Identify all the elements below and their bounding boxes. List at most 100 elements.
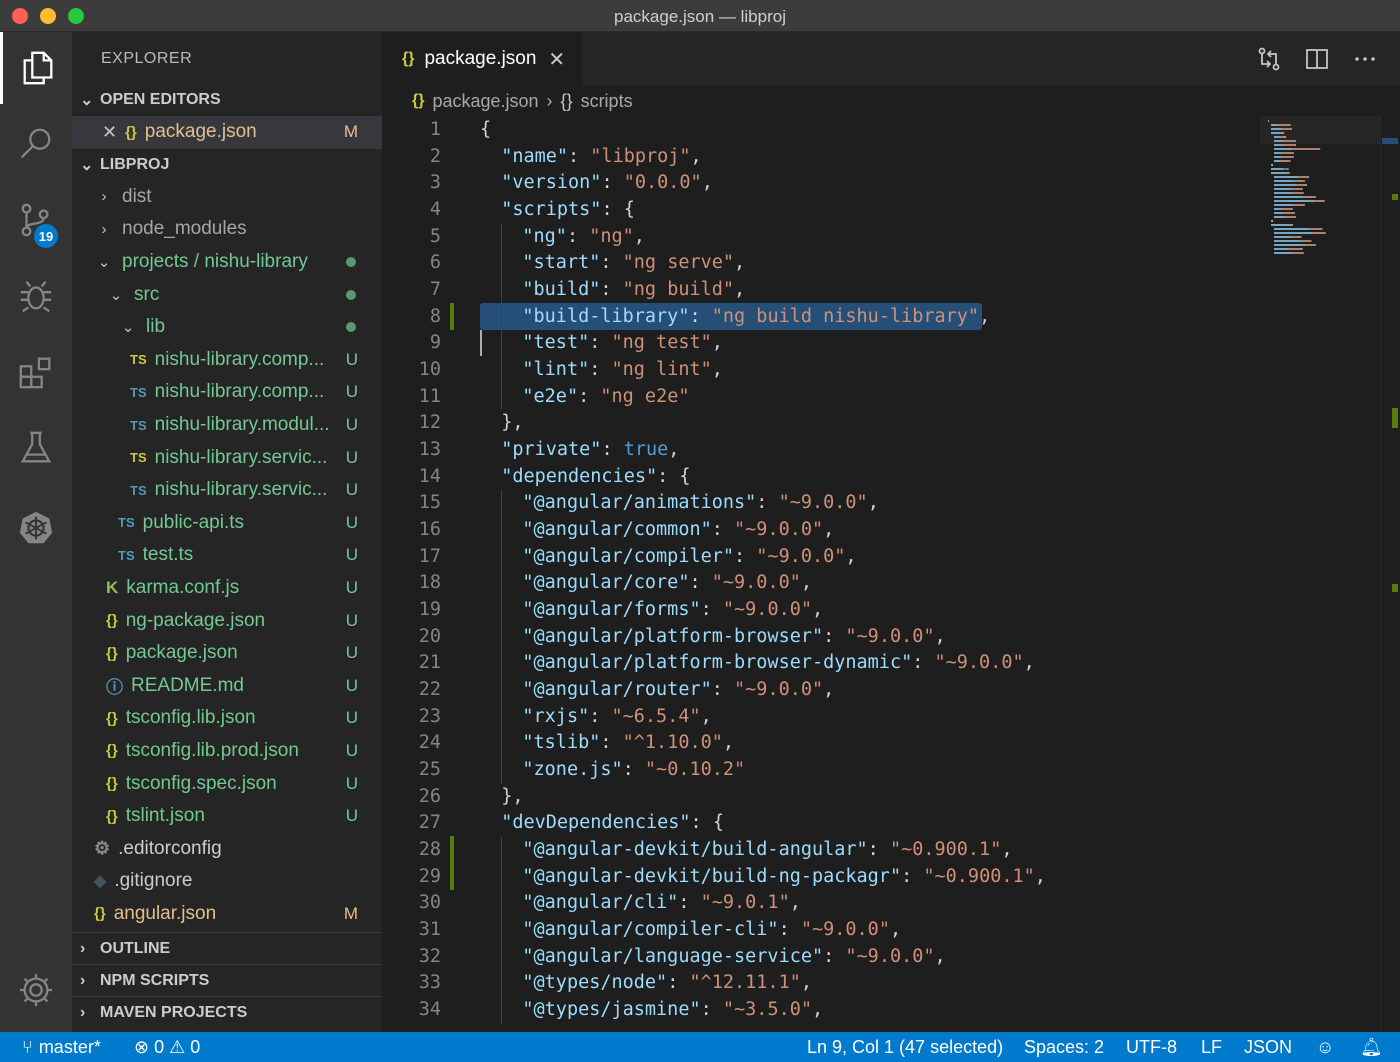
file-item[interactable]: {} tsconfig.spec.json U	[72, 767, 382, 800]
search-icon[interactable]	[0, 108, 72, 180]
json-key: "@angular/platform-browser"	[522, 625, 824, 647]
minimap-token	[1274, 140, 1282, 142]
json-punctuation: :	[689, 572, 712, 594]
explorer-icon[interactable]	[0, 32, 72, 104]
branch-indicator[interactable]: ⑂ master*	[22, 1037, 101, 1058]
folder-node-modules[interactable]: › node_modules	[72, 213, 382, 246]
extensions-icon[interactable]	[0, 336, 72, 408]
line-number: 2	[429, 145, 441, 167]
file-item[interactable]: ⓘ README.md U	[72, 670, 382, 703]
encoding[interactable]: UTF-8	[1126, 1037, 1177, 1058]
outline-header[interactable]: › OUTLINE	[72, 932, 382, 964]
feedback-icon[interactable]: ☺	[1316, 1037, 1334, 1058]
kubernetes-icon[interactable]	[0, 492, 72, 564]
breadcrumb-file[interactable]: package.json	[432, 91, 538, 112]
line-number: 12	[418, 412, 441, 434]
json-punctuation: :	[700, 599, 723, 621]
file-item[interactable]: TS nishu-library.servic... U	[72, 474, 382, 507]
line-number: 18	[418, 572, 441, 594]
file-item[interactable]: TS public-api.ts U	[72, 507, 382, 540]
json-punctuation: :	[901, 865, 924, 887]
minimap-token	[1301, 248, 1303, 250]
branch-icon: ⑂	[22, 1037, 33, 1057]
code-text: "@angular/core": "~9.0.0",	[522, 570, 812, 597]
open-changes-icon[interactable]	[1256, 46, 1282, 72]
more-actions-icon[interactable]	[1352, 46, 1378, 72]
cursor-position[interactable]: Ln 9, Col 1 (47 selected)	[807, 1037, 1003, 1058]
folder-dist[interactable]: › dist	[72, 181, 382, 214]
vertical-scrollbar[interactable]	[1380, 116, 1400, 1032]
open-editor-item[interactable]: ✕ {} package.json M	[72, 116, 382, 149]
minimap-token	[1292, 148, 1320, 150]
minimap-token	[1291, 192, 1294, 194]
code-editor[interactable]: 1{2 "name": "libproj", 3 "version": "0.0.0"…	[382, 116, 1400, 1032]
libproj-header[interactable]: ⌄ LIBPROJ	[72, 149, 382, 181]
json-key: "zone.js"	[522, 759, 623, 781]
file-item[interactable]: TS nishu-library.modul... U	[72, 409, 382, 442]
notifications-bell-icon[interactable]: 🔔︎	[1360, 1037, 1383, 1058]
json-key: "@types/node"	[522, 972, 668, 994]
debug-icon[interactable]	[0, 260, 72, 332]
npm-scripts-header[interactable]: › NPM SCRIPTS	[72, 964, 382, 996]
line-number: 6	[429, 252, 441, 274]
file-item[interactable]: TS nishu-library.comp... U	[72, 344, 382, 377]
file-item[interactable]: {} ng-package.json U	[72, 604, 382, 637]
close-icon[interactable]: ✕	[102, 122, 117, 143]
typescript-file-icon: TS	[130, 352, 147, 368]
file-item[interactable]: TS nishu-library.servic... U	[72, 441, 382, 474]
minimap-token	[1303, 196, 1306, 198]
maven-projects-header[interactable]: › MAVEN PROJECTS	[72, 996, 382, 1028]
end-of-line[interactable]: LF	[1201, 1037, 1222, 1058]
file-item[interactable]: ⚙ .editorconfig	[72, 832, 382, 865]
source-control-icon[interactable]: 19	[0, 184, 72, 256]
tab-package-json[interactable]: {} package.json ✕	[382, 32, 582, 86]
minimap-token	[1290, 128, 1292, 130]
file-item[interactable]: {} package.json U	[72, 637, 382, 670]
file-item[interactable]: {} angular.json M	[72, 898, 382, 931]
code-text: "devDependencies": {	[501, 810, 724, 837]
json-string: "~3.5.0"	[722, 999, 812, 1021]
explorer-title: EXPLORER	[101, 50, 193, 67]
json-file-icon: {}	[94, 905, 106, 923]
language-mode[interactable]: JSON	[1244, 1037, 1292, 1058]
folder-projects[interactable]: ⌄ projects / nishu-library	[72, 246, 382, 279]
json-punctuation: ,	[979, 305, 991, 327]
json-punctuation: : {	[657, 465, 691, 487]
json-string: "~0.10.2"	[644, 759, 746, 781]
minimap-token	[1305, 196, 1315, 198]
file-item[interactable]: {} tsconfig.lib.prod.json U	[72, 735, 382, 768]
minimap-token	[1274, 248, 1289, 250]
code-text: "rxjs": "~6.5.4",	[522, 704, 711, 731]
folder-lib[interactable]: ⌄ lib	[72, 311, 382, 344]
indent-guide	[501, 890, 503, 918]
minimap-token	[1274, 196, 1304, 198]
minimap-token	[1292, 180, 1295, 182]
file-item[interactable]: TS nishu-library.comp... U	[72, 376, 382, 409]
code-line: 7 "build": "ng build",	[382, 277, 1400, 304]
minimap-token	[1314, 244, 1316, 246]
split-editor-icon[interactable]	[1304, 46, 1330, 72]
json-string: "ng test"	[611, 332, 712, 354]
minimap-token	[1290, 248, 1302, 250]
problems-indicator[interactable]: ⊗ 0 ⚠ 0	[134, 1037, 200, 1058]
file-item[interactable]: {} tsconfig.lib.json U	[72, 702, 382, 735]
gear-icon[interactable]	[0, 954, 72, 1026]
file-item[interactable]: TS test.ts U	[72, 539, 382, 572]
json-punctuation: ,	[722, 732, 735, 754]
breadcrumb-symbol[interactable]: scripts	[581, 91, 633, 112]
activity-bar: 19	[0, 32, 72, 1032]
line-number: 7	[429, 279, 441, 301]
file-item[interactable]: {} tslint.json U	[72, 800, 382, 833]
folder-src[interactable]: ⌄ src	[72, 278, 382, 311]
testing-icon[interactable]	[0, 412, 72, 484]
minimap-token	[1274, 208, 1281, 210]
karma-file-icon: K	[106, 578, 119, 598]
close-tab-icon[interactable]: ✕	[548, 47, 565, 72]
code-line: 19 "@angular/forms": "~9.0.0",	[382, 597, 1400, 624]
file-item[interactable]: K karma.conf.js U	[72, 572, 382, 605]
minimap[interactable]	[1260, 116, 1380, 266]
json-key: "dependencies"	[501, 465, 658, 487]
open-editors-header[interactable]: ⌄ OPEN EDITORS	[72, 84, 382, 116]
indentation[interactable]: Spaces: 2	[1024, 1037, 1104, 1058]
file-item[interactable]: ◆ .gitignore	[72, 865, 382, 898]
